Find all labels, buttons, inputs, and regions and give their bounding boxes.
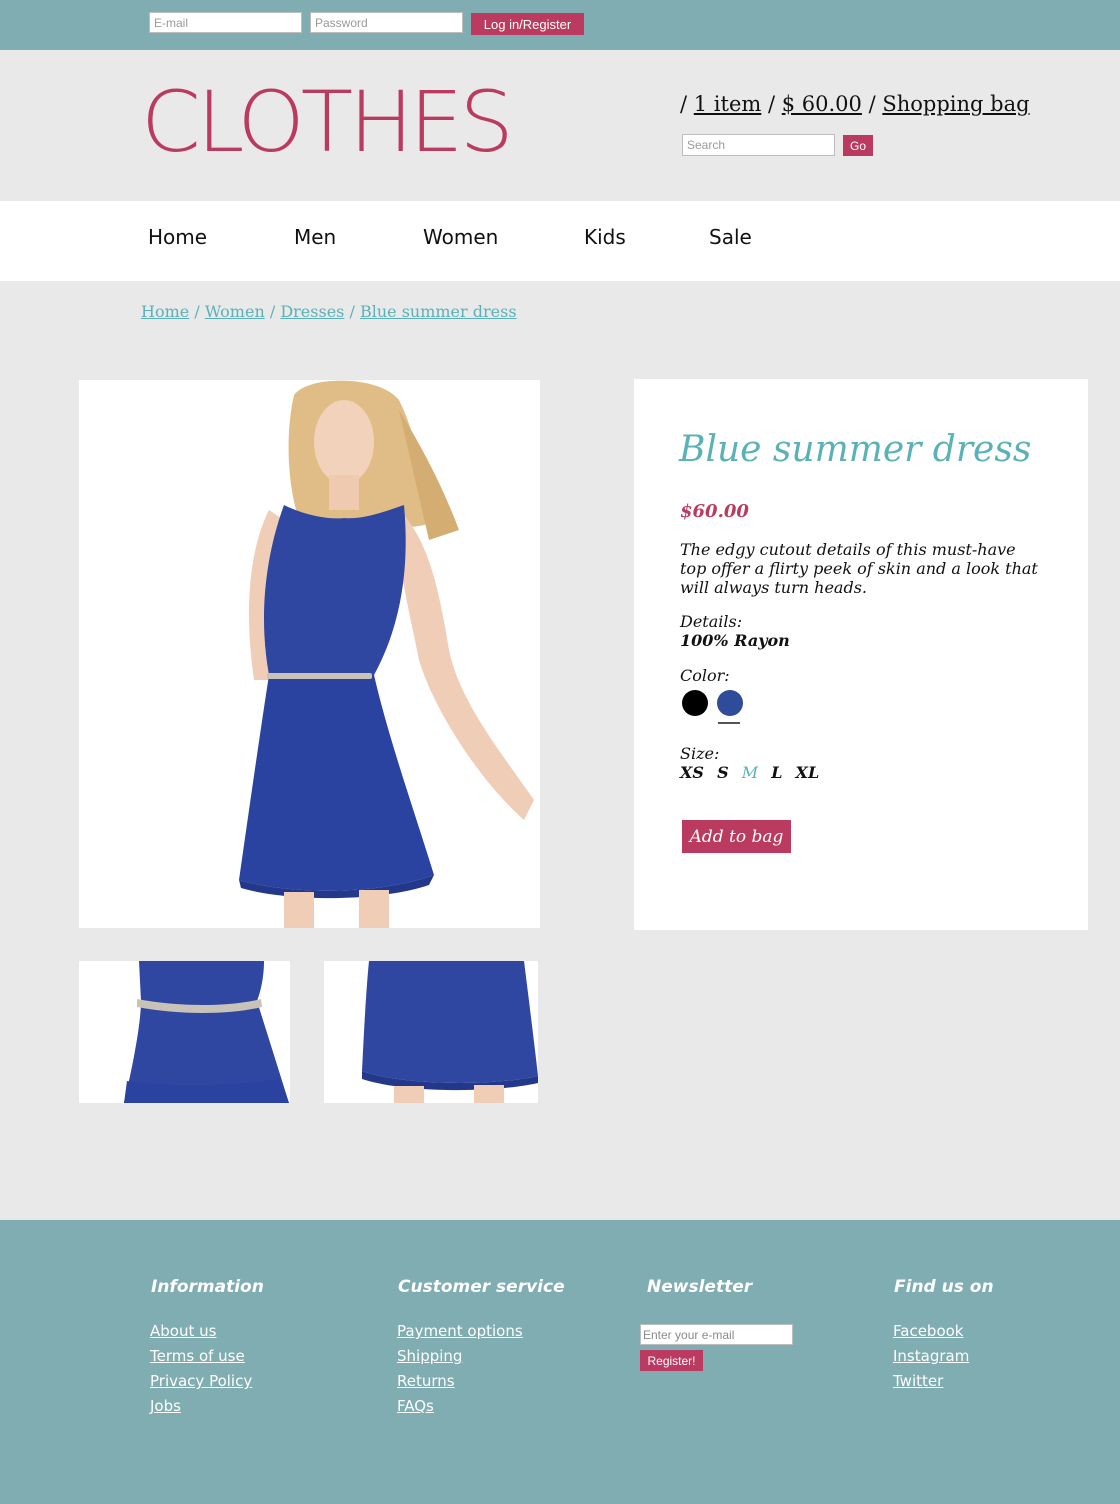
thumbnail-illustration — [124, 961, 289, 1103]
footer-link-item: Privacy Policy — [150, 1372, 252, 1397]
footer-link-item: Instagram — [893, 1347, 969, 1372]
footer: Information About us Terms of use Privac… — [0, 1220, 1120, 1504]
logo[interactable]: CLOTHES — [141, 80, 514, 164]
breadcrumb-separator: / — [194, 302, 200, 321]
product-photo-illustration — [239, 380, 534, 928]
footer-find-us-title: Find us on — [894, 1277, 994, 1297]
footer-link-shipping[interactable]: Shipping — [397, 1347, 462, 1365]
product-description: The edgy cutout details of this must-hav… — [680, 540, 1038, 597]
details-value: 100% Rayon — [680, 631, 790, 650]
footer-link-about-us[interactable]: About us — [150, 1322, 216, 1340]
cart-items-link[interactable]: 1 item — [694, 92, 762, 116]
footer-social-links: Facebook Instagram Twitter — [893, 1322, 969, 1397]
breadcrumb-women[interactable]: Women — [205, 302, 265, 321]
footer-information-links: About us Terms of use Privacy Policy Job… — [150, 1322, 252, 1422]
newsletter-email-input[interactable] — [640, 1324, 793, 1345]
product-main-image[interactable] — [79, 380, 540, 928]
product-price: $60.00 — [680, 501, 749, 522]
footer-link-item: Payment options — [397, 1322, 523, 1347]
footer-information-title: Information — [151, 1277, 264, 1297]
nav-item-sale[interactable]: Sale — [709, 225, 752, 249]
footer-link-item: Terms of use — [150, 1347, 252, 1372]
product-thumbnail[interactable] — [324, 961, 538, 1103]
footer-link-item: About us — [150, 1322, 252, 1347]
footer-link-item: FAQs — [397, 1397, 523, 1422]
size-options: XS S M L XL — [680, 763, 827, 782]
footer-link-jobs[interactable]: Jobs — [150, 1397, 181, 1415]
size-option-m[interactable]: M — [742, 763, 758, 782]
nav-item-men[interactable]: Men — [294, 225, 336, 249]
footer-link-item: Jobs — [150, 1397, 252, 1422]
footer-link-terms[interactable]: Terms of use — [150, 1347, 245, 1365]
footer-newsletter-title: Newsletter — [647, 1277, 753, 1297]
footer-link-item: Facebook — [893, 1322, 969, 1347]
nav-item-women[interactable]: Women — [423, 225, 498, 249]
footer-link-twitter[interactable]: Twitter — [893, 1372, 943, 1390]
selected-color-indicator — [718, 722, 740, 724]
cart-separator: / — [680, 92, 694, 116]
footer-link-item: Returns — [397, 1372, 523, 1397]
breadcrumb-current[interactable]: Blue summer dress — [360, 302, 517, 321]
nav-item-kids[interactable]: Kids — [584, 225, 626, 249]
footer-link-payment[interactable]: Payment options — [397, 1322, 523, 1340]
color-label: Color: — [680, 666, 730, 685]
footer-link-privacy[interactable]: Privacy Policy — [150, 1372, 252, 1390]
header: CLOTHES / 1 item / $ 60.00 / Shopping ba… — [0, 50, 1120, 201]
breadcrumb-dresses[interactable]: Dresses — [280, 302, 344, 321]
thumbnail-illustration — [362, 961, 538, 1103]
search-go-button[interactable]: Go — [843, 135, 873, 156]
search-input[interactable] — [682, 134, 835, 156]
main-nav: Home Men Women Kids Sale — [0, 201, 1120, 281]
footer-customer-service-title: Customer service — [398, 1277, 565, 1297]
breadcrumb: Home / Women / Dresses / Blue summer dre… — [141, 302, 517, 321]
cart-summary: / 1 item / $ 60.00 / Shopping bag — [680, 92, 1030, 116]
product-thumbnail[interactable] — [79, 961, 290, 1103]
details-label: Details: — [680, 612, 743, 631]
color-swatch-black[interactable] — [682, 690, 708, 716]
footer-link-item: Twitter — [893, 1372, 969, 1397]
cart-total-link[interactable]: $ 60.00 — [782, 92, 862, 116]
cart-separator: / — [861, 92, 883, 116]
product-title: Blue summer dress — [679, 429, 1032, 470]
password-input[interactable] — [310, 12, 463, 33]
add-to-bag-button[interactable]: Add to bag — [682, 820, 791, 853]
size-option-xl[interactable]: XL — [796, 763, 820, 782]
newsletter-register-button[interactable]: Register! — [640, 1350, 703, 1371]
footer-customer-service-links: Payment options Shipping Returns FAQs — [397, 1322, 523, 1422]
footer-link-instagram[interactable]: Instagram — [893, 1347, 969, 1365]
footer-link-returns[interactable]: Returns — [397, 1372, 455, 1390]
product-info-card: Blue summer dress $60.00 The edgy cutout… — [634, 379, 1088, 930]
footer-link-facebook[interactable]: Facebook — [893, 1322, 963, 1340]
size-label: Size: — [680, 744, 720, 763]
color-swatch-blue[interactable] — [717, 690, 743, 716]
size-option-s[interactable]: S — [717, 763, 729, 782]
footer-link-item: Shipping — [397, 1347, 523, 1372]
nav-item-home[interactable]: Home — [148, 225, 207, 249]
shopping-bag-link[interactable]: Shopping bag — [882, 92, 1029, 116]
size-option-xs[interactable]: XS — [680, 763, 704, 782]
size-option-l[interactable]: L — [771, 763, 782, 782]
breadcrumb-separator: / — [349, 302, 355, 321]
breadcrumb-home[interactable]: Home — [141, 302, 189, 321]
footer-link-faqs[interactable]: FAQs — [397, 1397, 434, 1415]
login-register-button[interactable]: Log in/Register — [471, 13, 584, 35]
top-bar: Log in/Register — [0, 0, 1120, 50]
cart-separator: / — [761, 92, 782, 116]
email-input[interactable] — [149, 12, 302, 33]
breadcrumb-separator: / — [269, 302, 276, 321]
